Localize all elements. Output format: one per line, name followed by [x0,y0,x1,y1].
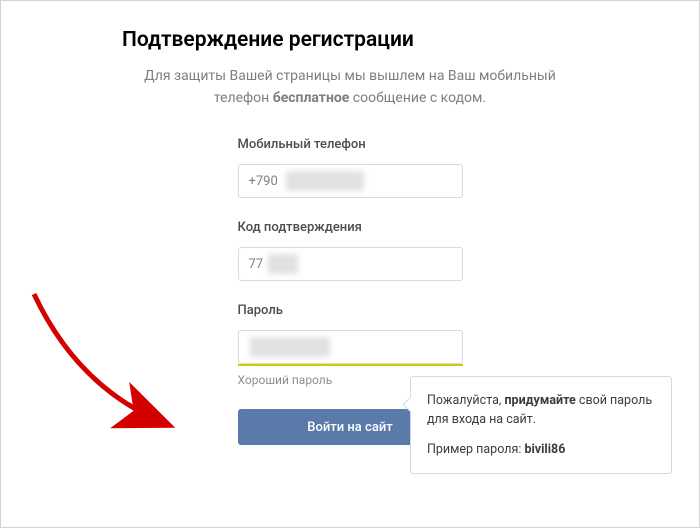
tooltip-l2a: Пример пароля: [427,442,524,457]
code-label: Код подтверждения [238,220,463,235]
code-input[interactable] [238,247,463,281]
tooltip-l1a: Пожалуйста, [427,393,504,408]
phone-label: Мобильный телефон [238,137,463,152]
password-label: Пароль [238,303,463,318]
phone-input[interactable] [238,164,463,198]
tooltip-l2b: bivili86 [524,442,565,457]
phone-field-block: Мобильный телефон [238,137,463,198]
password-input-wrap [238,330,463,364]
password-strength-bar [238,364,463,366]
tooltip-l1b: придумайте [504,393,575,408]
password-input[interactable] [238,330,463,364]
phone-input-wrap [238,164,463,198]
code-input-wrap [238,247,463,281]
password-tooltip: Пожалуйста, придумайте свой пароль для в… [410,376,672,474]
code-field-block: Код подтверждения [238,220,463,281]
password-field-block: Пароль Хороший пароль [238,303,463,387]
